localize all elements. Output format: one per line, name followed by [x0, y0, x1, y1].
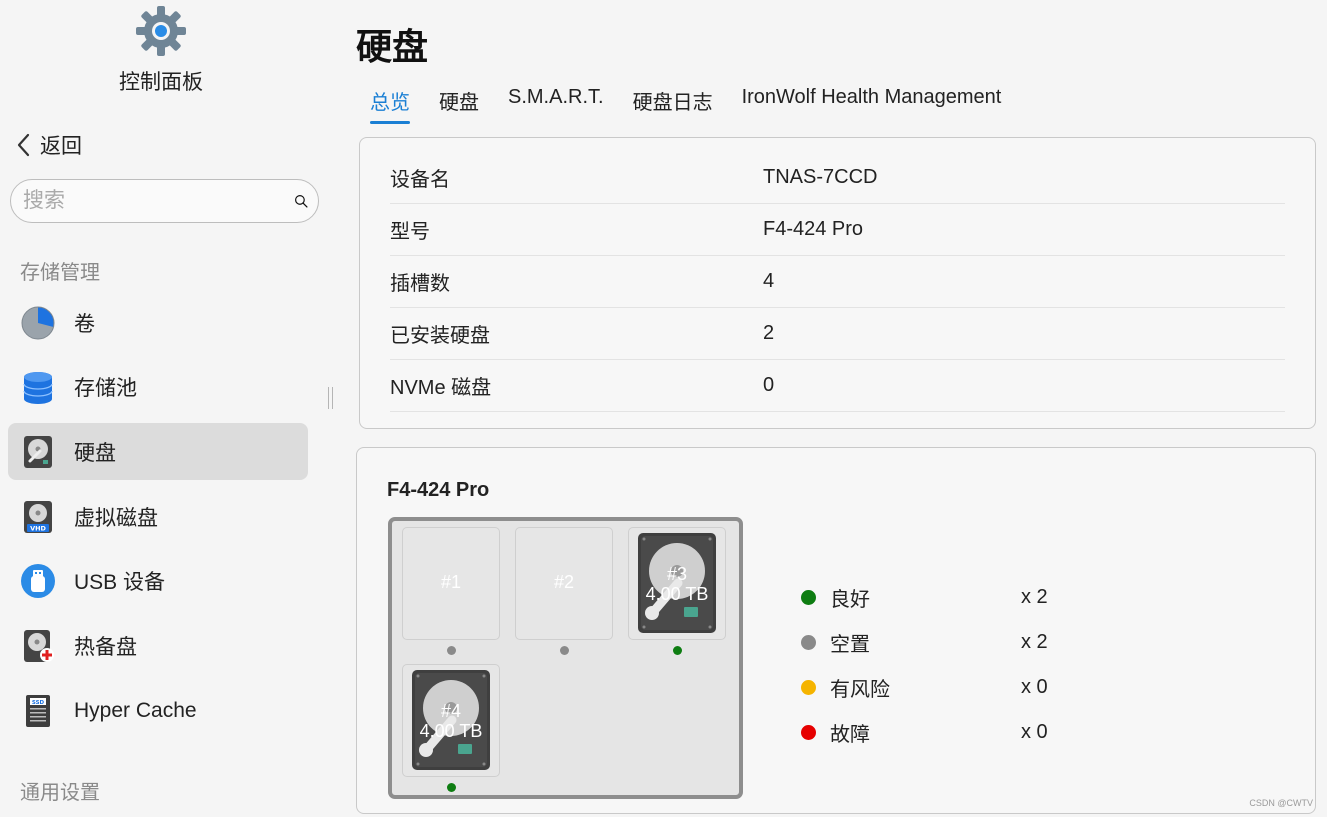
sidebar-item-usb-device[interactable]: USB 设备 — [8, 553, 308, 610]
disk-slot-3[interactable]: #3 4.00 TB — [628, 527, 726, 640]
slot-capacity: 4.00 TB — [419, 721, 483, 741]
legend-item-fault: 故障 x 0 — [801, 710, 1048, 755]
volume-pie-icon — [20, 305, 56, 341]
tab-hard-disk[interactable]: 硬盘 — [439, 86, 479, 123]
status-dot — [801, 635, 816, 650]
svg-text:VHD: VHD — [30, 524, 46, 532]
legend-count: x 2 — [1021, 631, 1048, 653]
page-title: 硬盘 — [356, 26, 429, 67]
slot-number: #4 — [440, 701, 462, 721]
sidebar-resize-handle[interactable] — [328, 387, 333, 409]
info-row-nvme-disks: NVMe 磁盘 0 — [390, 360, 1285, 412]
legend-count: x 0 — [1021, 676, 1048, 698]
bay-model-title: F4-424 Pro — [387, 479, 490, 501]
sidebar-item-label: 硬盘 — [74, 441, 116, 465]
sidebar-item-hard-disk[interactable]: 硬盘 — [8, 423, 308, 481]
sidebar-item-label: 卷 — [74, 312, 95, 336]
virtual-disk-vhd-icon: VHD — [20, 499, 56, 535]
sidebar-item-virtual-disk[interactable]: VHD 虚拟磁盘 — [8, 488, 308, 545]
sidebar-item-label: 虚拟磁盘 — [74, 506, 158, 530]
device-info-card: 设备名 TNAS-7CCD 型号 F4-424 Pro 插槽数 4 已安装硬盘 … — [359, 137, 1316, 429]
disk-slot-2[interactable]: #2 — [515, 527, 613, 640]
tab-bar: 总览 硬盘 S.M.A.R.T. 硬盘日志 IronWolf Health Ma… — [370, 86, 1002, 124]
section-general-settings: 通用设置 — [20, 782, 100, 804]
legend-count: x 2 — [1021, 586, 1048, 608]
info-key: 插槽数 — [390, 273, 450, 295]
tab-overview[interactable]: 总览 — [370, 86, 410, 124]
tab-smart[interactable]: S.M.A.R.T. — [508, 86, 604, 123]
sidebar-nav: 卷 存储池 硬盘 VHD 虚拟磁盘 USB 设备 热备盘 SSD Hyper C… — [8, 294, 308, 747]
sidebar-item-label: 热备盘 — [74, 635, 137, 659]
info-value: F4-424 Pro — [763, 218, 864, 240]
search-icon[interactable] — [294, 188, 308, 214]
info-row-installed-disks: 已安装硬盘 2 — [390, 308, 1285, 360]
info-key: 已安装硬盘 — [390, 325, 490, 347]
section-storage-management: 存储管理 — [20, 262, 100, 284]
hot-spare-disk-icon — [20, 628, 56, 664]
search-input[interactable] — [23, 189, 294, 213]
legend-item-at-risk: 有风险 x 0 — [801, 665, 1048, 710]
slot-status-led — [560, 646, 569, 655]
svg-text:SSD: SSD — [32, 699, 45, 705]
nas-chassis: #1 #2 #3 4.00 TB #4 4.00 TB — [388, 517, 743, 799]
sidebar-item-hyper-cache[interactable]: SSD Hyper Cache — [8, 682, 308, 739]
status-dot — [801, 725, 816, 740]
watermark: CSDN @CWTV — [1249, 798, 1313, 808]
storage-pool-icon — [20, 369, 56, 405]
info-row-model: 型号 F4-424 Pro — [390, 204, 1285, 256]
legend-label: 良好 — [830, 589, 870, 611]
slot-capacity: 4.00 TB — [645, 584, 709, 604]
sidebar-item-storage-pool[interactable]: 存储池 — [8, 359, 308, 416]
search-box — [10, 179, 319, 223]
slot-status-led — [673, 646, 682, 655]
slot-number: #2 — [553, 572, 575, 592]
usb-device-icon — [20, 563, 56, 599]
info-key: 设备名 — [390, 169, 450, 191]
disk-slot-4[interactable]: #4 4.00 TB — [402, 664, 500, 777]
status-dot — [801, 590, 816, 605]
ssd-cache-icon: SSD — [20, 693, 56, 729]
back-button[interactable]: 返回 — [14, 130, 82, 160]
sidebar-item-volume[interactable]: 卷 — [8, 294, 308, 351]
tab-ironwolf-health[interactable]: IronWolf Health Management — [742, 86, 1002, 123]
slot-status-led — [447, 783, 456, 792]
info-value: TNAS-7CCD — [763, 166, 878, 188]
legend-label: 空置 — [830, 634, 870, 656]
info-key: 型号 — [390, 221, 430, 243]
slot-status-led — [447, 646, 456, 655]
info-value: 4 — [763, 270, 775, 292]
disk-bay-card: F4-424 Pro #1 #2 #3 4.00 TB #4 4.00 TB 良… — [356, 447, 1316, 814]
sidebar-item-label: Hyper Cache — [74, 698, 197, 722]
hard-disk-icon — [20, 434, 56, 470]
slot-number: #1 — [440, 572, 462, 592]
chevron-left-icon — [17, 133, 30, 157]
disk-slot-1[interactable]: #1 — [402, 527, 500, 640]
slot-number: #3 — [666, 564, 688, 584]
info-row-slot-count: 插槽数 4 — [390, 256, 1285, 308]
legend-count: x 0 — [1021, 721, 1048, 743]
info-row-device-name: 设备名 TNAS-7CCD — [390, 152, 1285, 204]
status-legend: 良好 x 2 空置 x 2 有风险 x 0 故障 x 0 — [801, 575, 1048, 755]
sidebar-item-label: 存储池 — [74, 377, 137, 401]
legend-item-empty: 空置 x 2 — [801, 620, 1048, 665]
sidebar: 控制面板 返回 存储管理 卷 存储池 硬盘 V — [0, 0, 322, 817]
tab-disk-log[interactable]: 硬盘日志 — [633, 86, 713, 123]
info-value: 2 — [763, 322, 775, 344]
gear-icon — [136, 6, 186, 56]
legend-label: 故障 — [830, 724, 870, 746]
app-title: 控制面板 — [119, 71, 203, 94]
sidebar-item-label: USB 设备 — [74, 571, 166, 595]
sidebar-item-hot-spare[interactable]: 热备盘 — [8, 617, 308, 674]
back-label: 返回 — [40, 135, 82, 158]
info-key: NVMe 磁盘 — [390, 377, 492, 399]
legend-item-good: 良好 x 2 — [801, 575, 1048, 620]
legend-label: 有风险 — [830, 679, 890, 701]
info-value: 0 — [763, 374, 775, 396]
status-dot — [801, 680, 816, 695]
